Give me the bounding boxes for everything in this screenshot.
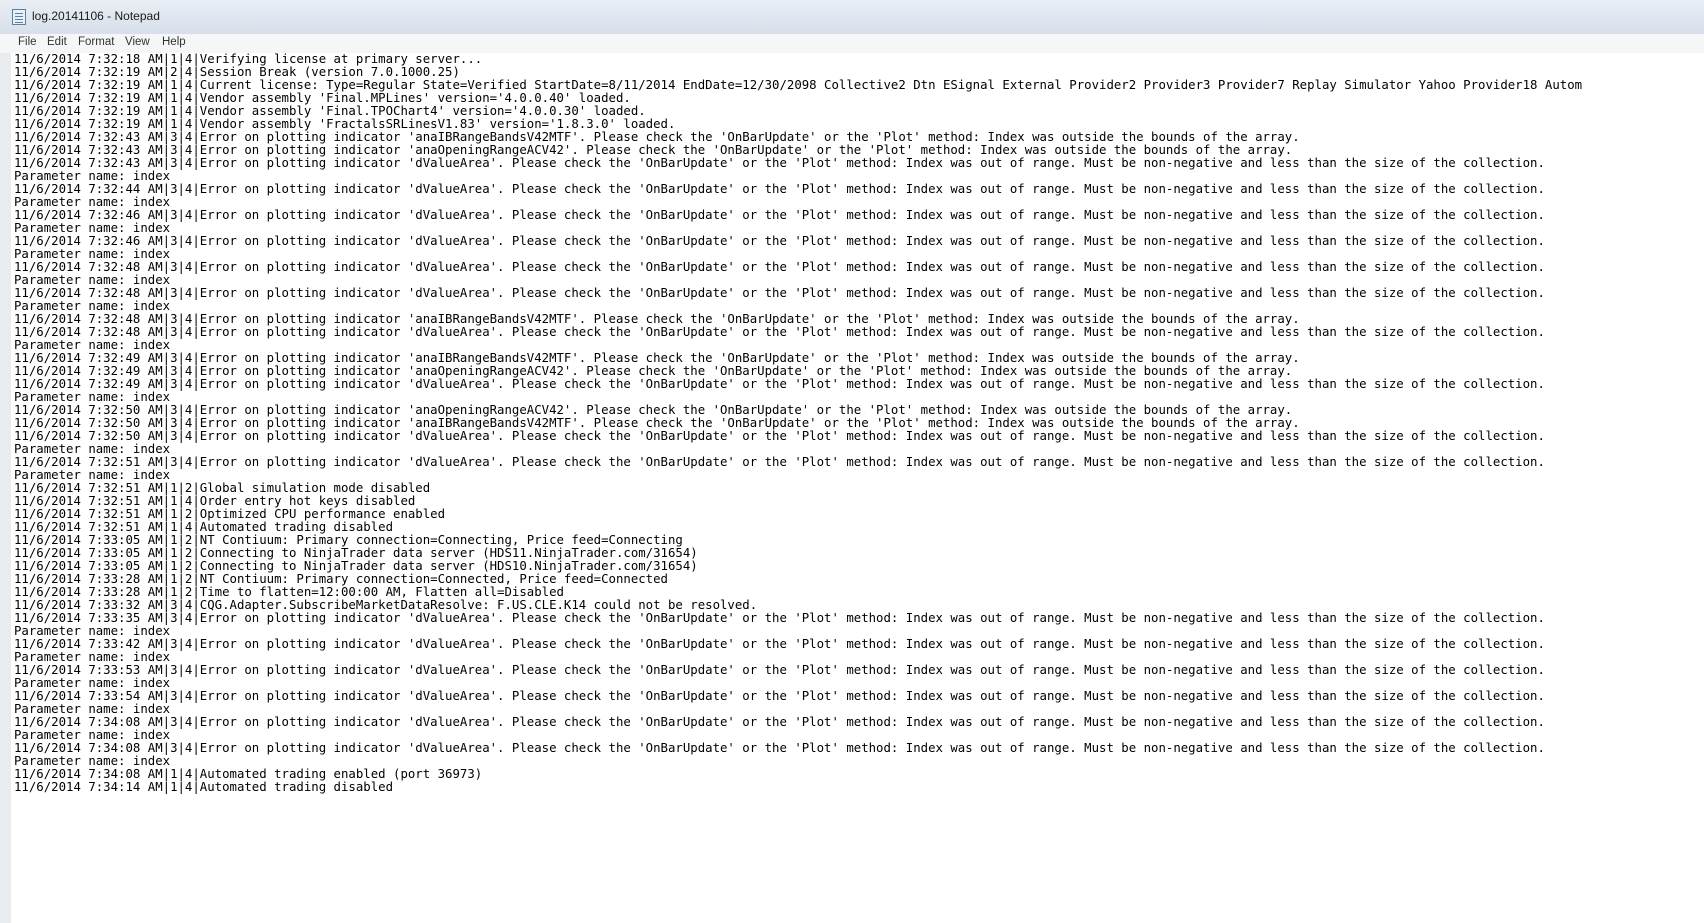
log-line: 11/6/2014 7:32:50 AM|3|4|Error on plotti…	[14, 429, 1545, 443]
menu-bar: File Edit Format View Help	[0, 34, 1704, 54]
menu-file[interactable]: File	[15, 36, 40, 48]
menu-edit[interactable]: Edit	[44, 36, 70, 48]
menu-help[interactable]: Help	[159, 36, 189, 48]
log-line: 11/6/2014 7:33:35 AM|3|4|Error on plotti…	[14, 611, 1545, 625]
window-title: log.20141106 - Notepad	[32, 9, 160, 23]
text-editor[interactable]: 11/6/2014 7:32:18 AM|1|4|Verifying licen…	[11, 53, 1704, 923]
log-line: 11/6/2014 7:33:42 AM|3|4|Error on plotti…	[14, 637, 1545, 651]
log-line: 11/6/2014 7:32:51 AM|3|4|Error on plotti…	[14, 455, 1545, 469]
log-line: 11/6/2014 7:32:48 AM|3|4|Error on plotti…	[14, 286, 1545, 300]
menu-format[interactable]: Format	[75, 36, 117, 48]
log-line: 11/6/2014 7:32:48 AM|3|4|Error on plotti…	[14, 325, 1545, 339]
log-line: 11/6/2014 7:34:08 AM|3|4|Error on plotti…	[14, 715, 1545, 729]
log-line: 11/6/2014 7:33:54 AM|3|4|Error on plotti…	[14, 689, 1545, 703]
log-line: 11/6/2014 7:33:53 AM|3|4|Error on plotti…	[14, 663, 1545, 677]
notepad-window: log.20141106 - Notepad File Edit Format …	[0, 0, 1704, 923]
log-line: 11/6/2014 7:32:44 AM|3|4|Error on plotti…	[14, 182, 1545, 196]
log-line: 11/6/2014 7:32:49 AM|3|4|Error on plotti…	[14, 377, 1545, 391]
log-line: 11/6/2014 7:34:08 AM|3|4|Error on plotti…	[14, 741, 1545, 755]
log-line: 11/6/2014 7:32:46 AM|3|4|Error on plotti…	[14, 234, 1545, 248]
menu-view[interactable]: View	[122, 36, 153, 48]
log-line: 11/6/2014 7:34:14 AM|1|4|Automated tradi…	[14, 780, 394, 794]
log-line: 11/6/2014 7:32:43 AM|3|4|Error on plotti…	[14, 156, 1545, 170]
log-content[interactable]: 11/6/2014 7:32:18 AM|1|4|Verifying licen…	[14, 53, 1582, 794]
log-line: 11/6/2014 7:32:48 AM|3|4|Error on plotti…	[14, 260, 1545, 274]
title-bar[interactable]: log.20141106 - Notepad	[0, 0, 1704, 35]
notepad-icon	[12, 9, 26, 25]
log-line: 11/6/2014 7:32:46 AM|3|4|Error on plotti…	[14, 208, 1545, 222]
